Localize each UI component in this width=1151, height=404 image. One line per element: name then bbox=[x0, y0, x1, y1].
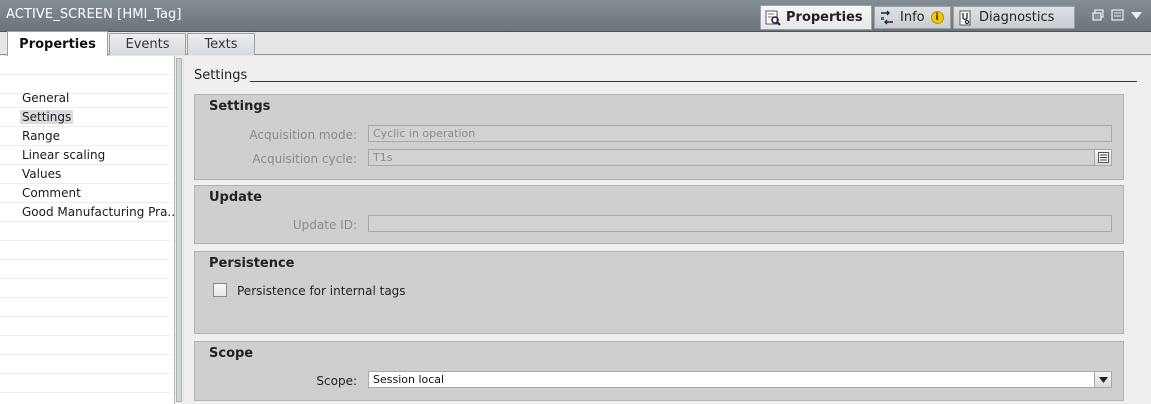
panel-tab-diagnostics-label: Diagnostics bbox=[979, 10, 1055, 25]
nav-spacer bbox=[0, 298, 170, 317]
update-group-title: Update bbox=[209, 190, 262, 205]
list-icon[interactable] bbox=[1111, 9, 1124, 24]
nav-spacer bbox=[0, 279, 170, 298]
persistence-group: Persistence Persistence for internal tag… bbox=[194, 251, 1124, 334]
settings-group-title: Settings bbox=[209, 99, 271, 114]
settings-content: Settings Settings Acquisition mode: Cycl… bbox=[184, 56, 1151, 404]
panel-tab-info-label: Info bbox=[900, 10, 925, 25]
nav-item-settings[interactable]: Settings bbox=[0, 108, 170, 127]
nav-item-linear-scaling[interactable]: Linear scaling bbox=[0, 146, 170, 165]
panel-tab-diagnostics[interactable]: Diagnostics bbox=[953, 6, 1075, 29]
scope-label: Scope: bbox=[316, 374, 357, 388]
list-picker-button[interactable] bbox=[1094, 150, 1111, 165]
update-id-label: Update ID: bbox=[292, 218, 357, 232]
nav-scrollbar[interactable] bbox=[174, 56, 183, 404]
nav-spacer bbox=[0, 355, 170, 374]
scope-select[interactable]: Session local bbox=[368, 371, 1112, 388]
update-id-field[interactable] bbox=[368, 215, 1112, 232]
acquisition-cycle-label: Acquisition cycle: bbox=[252, 152, 357, 166]
window-title: ACTIVE_SCREEN [HMI_Tag] bbox=[6, 7, 182, 22]
nav-item-label: Good Manufacturing Pra... bbox=[22, 205, 179, 219]
nav-item-values[interactable]: Values bbox=[0, 165, 170, 184]
nav-spacer bbox=[0, 336, 170, 355]
scope-group: Scope Scope: Session local bbox=[194, 341, 1124, 401]
subtab-events[interactable]: Events bbox=[109, 33, 186, 55]
subtab-texts[interactable]: Texts bbox=[187, 33, 255, 55]
restore-icon[interactable] bbox=[1092, 9, 1105, 24]
nav-scrollbar-thumb[interactable] bbox=[176, 58, 182, 402]
nav-item-label: Settings bbox=[20, 110, 74, 124]
persistence-group-title: Persistence bbox=[209, 256, 295, 271]
window-controls bbox=[1092, 9, 1143, 24]
update-group: Update Update ID: bbox=[194, 185, 1124, 244]
warning-info-icon: i bbox=[930, 11, 944, 24]
nav-spacer bbox=[0, 260, 170, 279]
info-arrows-icon bbox=[879, 10, 895, 26]
nav-spacer bbox=[0, 222, 170, 241]
nav-item-label: General bbox=[22, 91, 70, 105]
scope-group-title: Scope bbox=[209, 346, 254, 361]
nav-item-general[interactable]: General bbox=[0, 89, 170, 108]
nav-item-good-manufacturing-practice[interactable]: Good Manufacturing Pra... bbox=[0, 203, 179, 222]
nav-spacer bbox=[0, 56, 170, 75]
list-picker-icon bbox=[1097, 152, 1109, 163]
persistence-checkbox-label: Persistence for internal tags bbox=[237, 284, 406, 298]
diagnostics-stethoscope-icon bbox=[958, 10, 974, 26]
panel-tab-properties-label: Properties bbox=[786, 10, 863, 25]
acquisition-mode-field[interactable]: Cyclic in operation bbox=[368, 125, 1112, 142]
scope-select-value: Session local bbox=[373, 373, 445, 386]
section-divider bbox=[250, 81, 1137, 82]
panel-tab-properties[interactable]: Properties bbox=[760, 5, 872, 30]
nav-item-label: Linear scaling bbox=[22, 148, 106, 162]
property-nav: General Settings Range Linear scaling Va… bbox=[0, 56, 179, 404]
section-heading: Settings bbox=[194, 68, 248, 83]
acquisition-cycle-value: T1s bbox=[373, 151, 393, 164]
subtab-properties[interactable]: Properties bbox=[7, 31, 108, 56]
acquisition-mode-label: Acquisition mode: bbox=[249, 128, 357, 142]
nav-spacer bbox=[0, 374, 170, 393]
inspector-titlebar: ACTIVE_SCREEN [HMI_Tag] Properties Info … bbox=[0, 0, 1151, 32]
panel-tab-info[interactable]: Info i bbox=[874, 6, 951, 29]
nav-item-comment[interactable]: Comment bbox=[0, 184, 170, 203]
scope-dropdown-button[interactable] bbox=[1094, 372, 1111, 387]
nav-spacer bbox=[0, 317, 170, 336]
collapse-arrow-icon[interactable] bbox=[1130, 9, 1143, 24]
nav-spacer bbox=[0, 241, 170, 260]
properties-magnifier-icon bbox=[765, 10, 781, 26]
acquisition-cycle-field[interactable]: T1s bbox=[368, 149, 1112, 166]
settings-group: Settings Acquisition mode: Cyclic in ope… bbox=[194, 94, 1124, 180]
nav-item-label: Range bbox=[22, 129, 61, 143]
subtab-bar: Properties Events Texts bbox=[0, 31, 1151, 56]
chevron-down-icon bbox=[1098, 376, 1108, 383]
nav-item-label: Comment bbox=[22, 186, 81, 200]
nav-item-range[interactable]: Range bbox=[0, 127, 170, 146]
nav-item-label: Values bbox=[22, 167, 62, 181]
persistence-checkbox[interactable] bbox=[213, 283, 227, 297]
